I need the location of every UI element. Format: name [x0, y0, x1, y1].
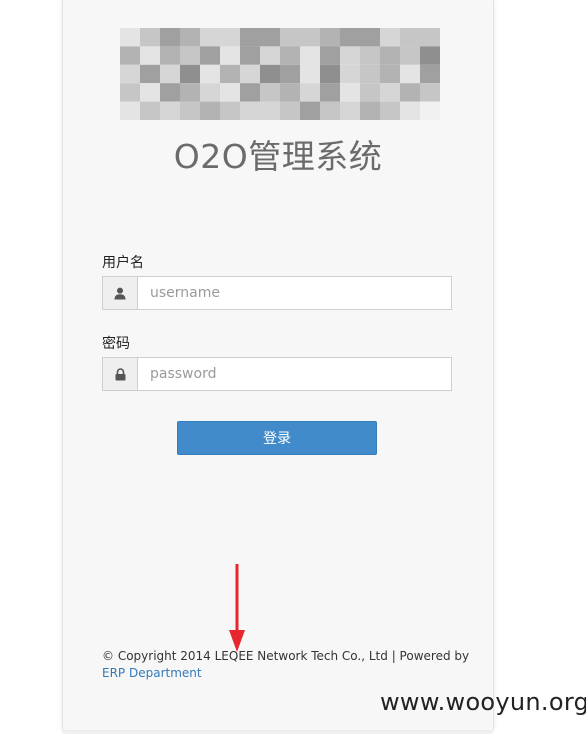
username-input-group: [102, 276, 452, 310]
username-input[interactable]: [138, 277, 451, 309]
page-title: O2O管理系统: [173, 137, 383, 176]
site-watermark: www.wooyun.org: [380, 688, 586, 716]
footer-copyright: © Copyright 2014 LEQEE Network Tech Co.,…: [102, 648, 482, 682]
copyright-text: © Copyright 2014 LEQEE Network Tech Co.,…: [102, 649, 470, 663]
lock-icon: [103, 358, 138, 390]
password-input[interactable]: [138, 358, 451, 390]
pixelated-logo: [120, 28, 440, 120]
page-background-right: [493, 0, 586, 734]
username-label: 用户名: [102, 255, 144, 271]
erp-department-link[interactable]: ERP Department: [102, 666, 202, 680]
red-arrow-annotation: [229, 564, 245, 652]
page-background-left: [0, 0, 62, 734]
login-button[interactable]: 登录: [177, 421, 377, 455]
user-icon: [103, 277, 138, 309]
password-label: 密码: [102, 336, 130, 352]
password-input-group: [102, 357, 452, 391]
